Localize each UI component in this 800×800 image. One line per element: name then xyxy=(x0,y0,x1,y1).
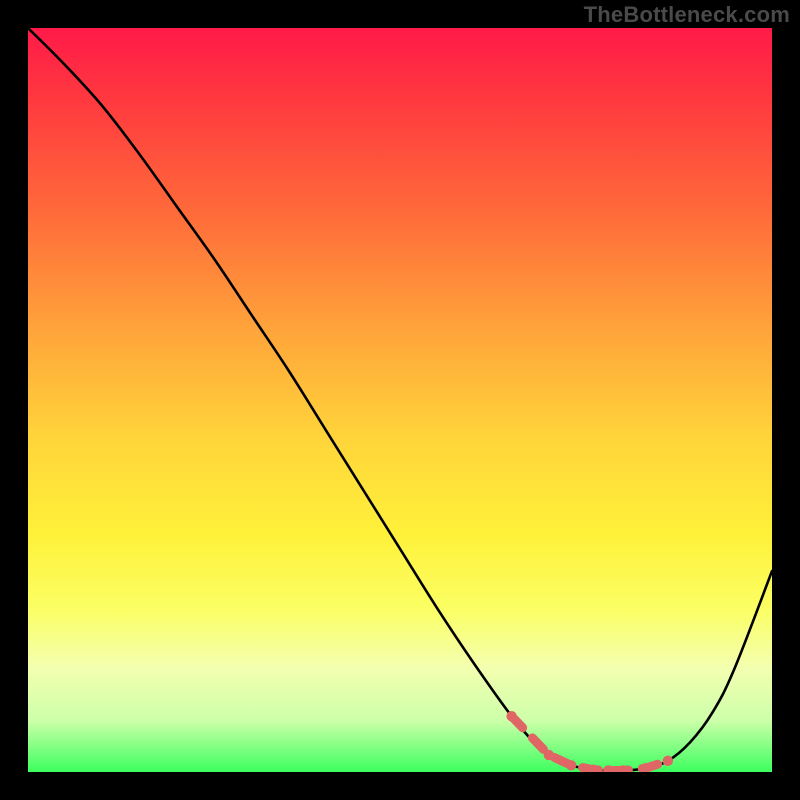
marker-point xyxy=(544,750,554,760)
marker-point xyxy=(506,711,516,721)
bottleneck-curve xyxy=(28,28,772,771)
marker-dash xyxy=(512,716,668,770)
chart-svg xyxy=(28,28,772,772)
highlighted-points xyxy=(506,711,673,772)
chart-frame: TheBottleneck.com xyxy=(0,0,800,800)
watermark-text: TheBottleneck.com xyxy=(584,2,790,28)
marker-point xyxy=(663,756,673,766)
marker-point xyxy=(566,760,576,770)
chart-plot-area xyxy=(28,28,772,772)
